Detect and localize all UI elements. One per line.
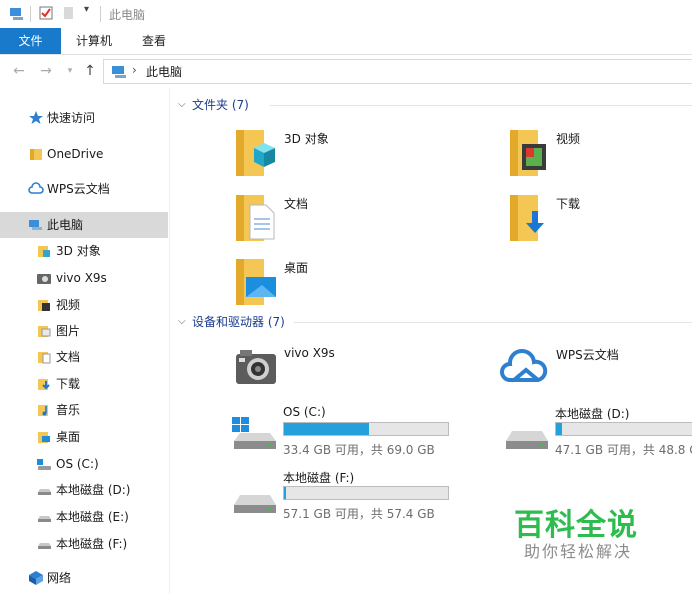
downloads-icon <box>38 379 50 390</box>
navigation-pane: 快速访问 OneDrive WPS云文档 此电脑 3D 对象 vivo X9s … <box>0 88 170 594</box>
tab-file[interactable]: 文件 <box>0 28 61 54</box>
device-wps-cloud[interactable]: WPS云文档 <box>500 342 680 402</box>
properties-icon[interactable] <box>38 5 54 21</box>
path-separator-icon: › <box>132 63 137 77</box>
sidebar-item-music[interactable]: 音乐 <box>0 397 168 423</box>
camera-icon <box>37 274 51 284</box>
3d-objects-icon <box>38 246 50 257</box>
os-drive-icon <box>37 459 51 470</box>
sidebar-item-disk-f[interactable]: 本地磁盘 (F:) <box>0 531 168 557</box>
disk-usage-fill <box>284 423 369 435</box>
title-bar: ▾ 此电脑 <box>0 0 692 28</box>
cloud-icon <box>500 349 548 382</box>
customize-toolbar-icon[interactable]: ▾ <box>84 4 89 15</box>
tab-computer[interactable]: 计算机 <box>62 28 126 54</box>
disk-usage-bar <box>555 422 692 436</box>
sidebar-item-downloads[interactable]: 下载 <box>0 371 168 397</box>
window-title: 此电脑 <box>109 8 146 22</box>
disk-size-text: 33.4 GB 可用，共 69.0 GB <box>283 443 435 457</box>
computer-icon <box>112 66 126 78</box>
disk-usage-fill <box>284 487 286 499</box>
network-icon <box>29 571 43 585</box>
back-arrow-icon[interactable]: ← <box>11 63 27 79</box>
sidebar-item-pictures[interactable]: 图片 <box>0 318 168 344</box>
computer-icon <box>29 220 42 230</box>
drive-icon <box>38 516 51 522</box>
os-drive-icon <box>232 417 276 449</box>
disk-size-text: 47.1 GB 可用，共 48.8 GB <box>555 443 692 457</box>
drive-local-d[interactable]: 本地磁盘 (D:) 47.1 GB 可用，共 48.8 GB <box>502 405 692 461</box>
pictures-icon <box>38 326 51 337</box>
sidebar-item-documents[interactable]: 文档 <box>0 344 168 370</box>
sidebar-item-vivo-x9s[interactable]: vivo X9s <box>0 265 168 291</box>
star-icon <box>29 111 43 124</box>
disk-usage-bar <box>283 486 449 500</box>
videos-icon <box>510 130 546 176</box>
folder-downloads[interactable]: 下载 <box>506 191 686 251</box>
sidebar-item-network[interactable]: 网络 <box>0 565 168 591</box>
new-folder-icon[interactable] <box>62 5 76 21</box>
documents-icon <box>236 195 275 241</box>
disk-usage-fill <box>556 423 562 435</box>
tab-view[interactable]: 查看 <box>128 28 180 54</box>
drive-local-f[interactable]: 本地磁盘 (F:) 57.1 GB 可用，共 57.4 GB <box>230 469 460 525</box>
sidebar-item-disk-e[interactable]: 本地磁盘 (E:) <box>0 504 168 530</box>
computer-icon[interactable] <box>8 5 26 23</box>
folder-3d-objects[interactable]: 3D 对象 <box>232 126 412 186</box>
recent-locations-chevron-icon[interactable]: ▾ <box>62 63 78 79</box>
disk-usage-bar <box>283 422 449 436</box>
downloads-icon <box>510 195 544 241</box>
drive-icon <box>38 543 51 549</box>
onedrive-folder-icon <box>30 149 42 160</box>
drive-icon <box>38 489 51 495</box>
up-arrow-icon[interactable]: ↑ <box>82 63 98 79</box>
watermark-subtitle: 助你轻松解决 <box>524 542 633 561</box>
disk-size-text: 57.1 GB 可用，共 57.4 GB <box>283 507 435 521</box>
forward-arrow-icon[interactable]: → <box>38 63 54 79</box>
device-vivo-x9s[interactable]: vivo X9s <box>232 342 412 402</box>
group-divider <box>294 322 692 323</box>
folder-documents[interactable]: 文档 <box>232 191 412 251</box>
sidebar-item-os-c[interactable]: OS (C:) <box>0 451 168 477</box>
group-divider <box>270 105 692 106</box>
camera-icon <box>236 350 276 384</box>
address-input[interactable]: › 此电脑 <box>103 59 692 84</box>
desktop-icon <box>38 432 50 443</box>
chevron-down-icon: ⌵ <box>178 99 186 110</box>
sidebar-item-videos[interactable]: 视频 <box>0 292 168 318</box>
sidebar-item-quick-access[interactable]: 快速访问 <box>0 105 168 131</box>
sidebar-item-3d-objects[interactable]: 3D 对象 <box>0 238 168 264</box>
drive-os-c[interactable]: OS (C:) 33.4 GB 可用，共 69.0 GB <box>230 405 460 461</box>
ribbon: 文件 计算机 查看 <box>0 28 692 55</box>
address-path[interactable]: 此电脑 <box>146 63 182 80</box>
music-icon <box>38 405 48 416</box>
sidebar-item-wps-cloud[interactable]: WPS云文档 <box>0 176 168 202</box>
cloud-icon <box>28 182 44 194</box>
folder-videos[interactable]: 视频 <box>506 126 686 186</box>
sidebar-item-disk-d[interactable]: 本地磁盘 (D:) <box>0 477 168 503</box>
drive-icon <box>234 495 276 513</box>
sidebar-item-this-pc[interactable]: 此电脑 <box>0 212 168 238</box>
sidebar-item-desktop[interactable]: 桌面 <box>0 424 168 450</box>
3d-objects-icon <box>236 130 275 176</box>
address-bar: ← → ▾ ↑ › 此电脑 <box>0 56 692 86</box>
folder-desktop[interactable]: 桌面 <box>232 255 412 315</box>
sidebar-item-onedrive[interactable]: OneDrive <box>0 141 168 167</box>
drive-icon <box>506 431 548 449</box>
desktop-icon <box>236 259 276 305</box>
documents-icon <box>38 352 51 364</box>
videos-icon <box>38 300 50 311</box>
chevron-down-icon: ⌵ <box>178 316 186 327</box>
